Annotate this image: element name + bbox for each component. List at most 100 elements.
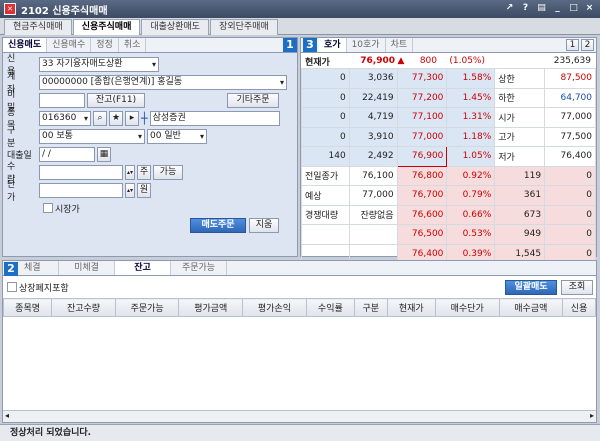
bulk-sell-button[interactable]: 일괄매도 bbox=[505, 280, 557, 295]
panel-badge-1: 1 bbox=[283, 38, 297, 52]
qty-input[interactable] bbox=[39, 164, 123, 180]
tab-executed[interactable]: 체결 bbox=[19, 261, 59, 275]
link-icon[interactable]: ↗ bbox=[503, 2, 516, 15]
window-controls: ↗ ? ▤ _ □ × bbox=[503, 2, 596, 15]
tab-cancel[interactable]: 취소 bbox=[119, 38, 147, 52]
ask-qty: 0 bbox=[301, 87, 350, 108]
bid-rem: 949 bbox=[494, 224, 546, 245]
arrow-right-icon[interactable]: ▸ bbox=[125, 110, 139, 126]
balance-button[interactable]: 잔고(F11) bbox=[87, 92, 145, 108]
tab-quote[interactable]: 호가 bbox=[319, 38, 347, 52]
other-order-button[interactable]: 기타주문 bbox=[227, 92, 279, 108]
star-icon[interactable]: ★ bbox=[109, 110, 123, 126]
column-header[interactable]: 평가금액 bbox=[178, 298, 244, 317]
ask-qty: 140 bbox=[301, 146, 350, 167]
clear-button[interactable]: 지움 bbox=[249, 218, 279, 233]
column-header[interactable]: 잔고수량 bbox=[51, 298, 116, 317]
balance-panel: 2 체결 미체결 잔고 주문가능 상장폐지포함 일괄매도 조회 종목명 잔고수량 주… bbox=[2, 260, 597, 423]
maximize-icon[interactable]: □ bbox=[567, 2, 580, 15]
ask-rem: 22,419 bbox=[348, 87, 398, 108]
tab-cash-trade[interactable]: 현금주식매매 bbox=[4, 19, 72, 35]
tab-credit-trade[interactable]: 신용주식매매 bbox=[72, 19, 141, 35]
tab-chart[interactable]: 차트 bbox=[386, 38, 414, 52]
sell-order-button[interactable]: 매도주문 bbox=[190, 218, 246, 233]
bid-qty: 0 bbox=[544, 204, 596, 225]
column-header[interactable]: 구분 bbox=[353, 298, 388, 317]
ask-pct: 1.45% bbox=[446, 87, 496, 108]
ask-rem: 4,719 bbox=[348, 107, 398, 128]
bid-qty: 0 bbox=[544, 165, 596, 186]
price-spinner[interactable]: ▴▾ bbox=[125, 182, 135, 198]
ask-row: 0 3,910 77,000 1.18% 고가 77,500 bbox=[301, 126, 596, 147]
page-1-button[interactable]: 1 bbox=[566, 39, 579, 51]
horizontal-scrollbar[interactable]: ◂ ▸ bbox=[3, 410, 596, 422]
password-input[interactable] bbox=[39, 92, 85, 108]
column-header[interactable]: 현재가 bbox=[386, 298, 436, 317]
tab-loan-repay[interactable]: 대출상환매도 bbox=[141, 19, 210, 35]
delisted-checkbox[interactable] bbox=[7, 282, 17, 292]
loan-date-input[interactable]: / / bbox=[39, 146, 95, 162]
stock-code-input[interactable]: 016360 bbox=[39, 110, 91, 126]
balance-grid: 종목명 잔고수량 주문가능 평가금액 평가손익 수익률 구분 현재가 매수단가 매수금액 신용 bbox=[2, 298, 596, 317]
column-header[interactable]: 평가손익 bbox=[242, 298, 307, 317]
ask-rem: 2,492 bbox=[348, 146, 398, 167]
main-tabs: 현금주식매매 신용주식매매 대출상환매도 장외단주매매 bbox=[0, 18, 600, 35]
minimize-icon[interactable]: _ bbox=[551, 2, 564, 15]
bid-k: 예상 bbox=[301, 185, 350, 206]
column-header[interactable]: 신용 bbox=[562, 298, 596, 317]
tab-modify[interactable]: 정정 bbox=[91, 38, 119, 52]
tab-10quote[interactable]: 10호가 bbox=[347, 38, 386, 52]
ask-price[interactable]: 77,200 bbox=[396, 87, 448, 108]
page-2-button[interactable]: 2 bbox=[581, 39, 594, 51]
ask-price[interactable]: 77,000 bbox=[396, 126, 448, 147]
ask-price[interactable]: 76,900 bbox=[396, 146, 448, 167]
ask-qty: 0 bbox=[301, 126, 350, 147]
qty-spinner[interactable]: ▴▾ bbox=[125, 164, 135, 180]
bid-price[interactable]: 76,600 bbox=[396, 204, 448, 225]
bid-price[interactable]: 76,800 bbox=[396, 165, 448, 186]
bid-price[interactable]: 76,500 bbox=[396, 224, 448, 245]
column-header[interactable]: 수익률 bbox=[305, 298, 355, 317]
market-price-checkbox[interactable] bbox=[43, 203, 53, 213]
ask-pct: 1.18% bbox=[446, 126, 496, 147]
window-title: 2102 신용주식매매 bbox=[21, 5, 108, 17]
column-header[interactable]: 종목명 bbox=[2, 298, 53, 317]
column-header[interactable]: 주문가능 bbox=[114, 298, 180, 317]
stock-row: 종 목 016360 ⌕ ★ ▸ ┼ 삼성증권 bbox=[7, 108, 280, 131]
tab-credit-buy[interactable]: 신용매수 bbox=[47, 38, 92, 52]
tab-balance[interactable]: 잔고 bbox=[115, 261, 171, 275]
plus-icon: ┼ bbox=[141, 111, 148, 125]
column-header[interactable]: 매수단가 bbox=[434, 298, 500, 317]
order-type-select[interactable]: 00 보통 bbox=[39, 128, 145, 144]
tab-otc-odd[interactable]: 장외단주매매 bbox=[210, 19, 278, 35]
bid-price[interactable]: 76,700 bbox=[396, 185, 448, 206]
help-icon[interactable]: ? bbox=[519, 2, 532, 15]
price-input[interactable] bbox=[39, 182, 123, 198]
inquire-button[interactable]: 조회 bbox=[561, 280, 593, 295]
ask-price[interactable]: 77,100 bbox=[396, 107, 448, 128]
ask-price[interactable]: 77,300 bbox=[396, 68, 448, 89]
column-header[interactable]: 매수금액 bbox=[498, 298, 564, 317]
close-icon[interactable]: × bbox=[583, 2, 596, 15]
ask-pct: 1.05% bbox=[446, 146, 496, 167]
bid-v: 77,000 bbox=[348, 185, 398, 206]
scroll-left-icon[interactable]: ◂ bbox=[5, 411, 9, 420]
credit-select[interactable]: 33 자기융자매도상환 bbox=[39, 56, 159, 72]
scroll-right-icon[interactable]: ▸ bbox=[590, 411, 594, 420]
ask-row: 0 22,419 77,200 1.45% 하한 64,700 bbox=[301, 87, 596, 108]
balance-tabs: 체결 미체결 잔고 주문가능 bbox=[3, 261, 596, 276]
account-select[interactable]: 00000000 [종합(은행연계)] 홍길동 bbox=[39, 74, 287, 90]
calendar-icon[interactable]: ▦ bbox=[97, 146, 111, 162]
bid-pct: 0.92% bbox=[446, 165, 496, 186]
tab-credit-sell[interactable]: 신용매도 bbox=[3, 38, 48, 52]
search-icon[interactable]: ⌕ bbox=[93, 110, 107, 126]
bid-rem: 119 bbox=[494, 165, 546, 186]
bid-rem: 361 bbox=[494, 185, 546, 206]
tab-orderable[interactable]: 주문가능 bbox=[171, 261, 227, 275]
ask-v: 64,700 bbox=[544, 87, 596, 108]
order-cond-select[interactable]: 00 일반 bbox=[147, 128, 207, 144]
password-row: 비 밀 잔고(F11) 기타주문 bbox=[7, 90, 279, 113]
tab-unexecuted[interactable]: 미체결 bbox=[59, 261, 115, 275]
menu-icon[interactable]: ▤ bbox=[535, 2, 548, 15]
possible-button[interactable]: 가능 bbox=[153, 164, 183, 180]
